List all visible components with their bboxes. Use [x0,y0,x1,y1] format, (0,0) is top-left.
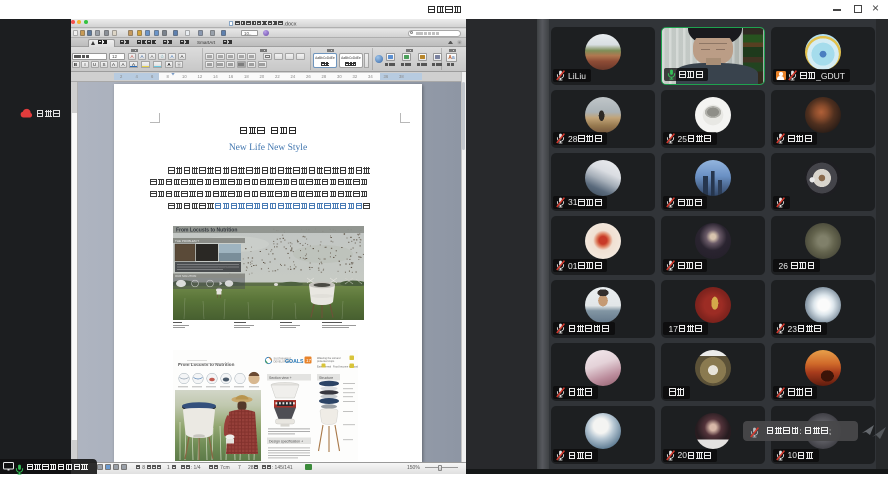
svg-text:GOALS: GOALS [285,359,304,365]
svg-text:From Locusts to Nutrition: From Locusts to Nutrition [178,362,235,367]
svg-text:protected crops: protected crops [317,360,335,363]
svg-text:Structure: Structure [319,376,333,380]
svg-text:OUR SOLUTION: OUR SOLUTION [175,274,196,278]
svg-text:Design specification +: Design specification + [269,439,303,443]
svg-text:From Locusts to Nutrition: From Locusts to Nutrition [176,227,237,233]
svg-text:THE PROBLEM ?: THE PROBLEM ? [175,238,199,242]
svg-text:17: 17 [306,358,312,363]
svg-text:Food become the food: Food become the food [333,366,358,369]
svg-text:Section view +: Section view + [269,376,292,380]
